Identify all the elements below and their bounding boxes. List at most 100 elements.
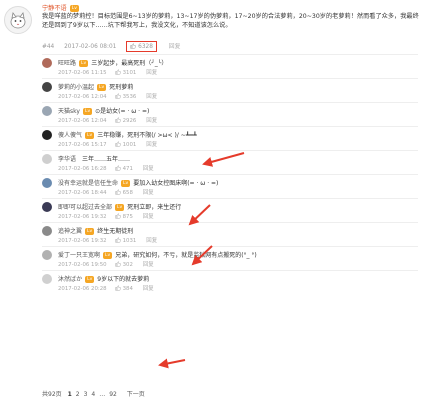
comment-line: 萝莉的小温起 Lv 死刑萝莉	[58, 82, 133, 91]
comment-line: 爱丁一只王宽啊 Lv 兄弟，研究如何，不亏，就是监狱网有点搬死的(°_ °)	[58, 250, 257, 259]
commenter-avatar[interactable]	[42, 58, 52, 68]
level-badge: Lv	[121, 180, 131, 187]
commenter-name[interactable]: 即即可以超过去全部	[58, 204, 112, 211]
comment-reply-link[interactable]: 回复	[143, 286, 154, 292]
comment-date: 2017-02-06 19:32	[58, 238, 107, 244]
comment-like-count: 302	[122, 262, 133, 268]
page-link[interactable]: 2	[76, 391, 80, 398]
thumb-up-icon	[114, 117, 121, 123]
commenter-avatar[interactable]	[42, 178, 52, 188]
thumb-up-icon	[114, 213, 121, 219]
thumb-up-icon	[114, 93, 121, 99]
thumb-up-icon	[114, 189, 121, 195]
commenter-name[interactable]: 没有幸运就是信任生命	[58, 180, 118, 187]
comment-row: 萝莉的小温起 Lv 死刑萝莉 2017-02-06 12:04 3536 回复	[42, 78, 418, 102]
comment-row: 没有幸运就是信任生命 Lv 要加入幼女控图床啊(= · ω · =) 2017-02-…	[42, 174, 418, 198]
page-link[interactable]: 4	[91, 391, 95, 398]
comment-row: 爱丁一只王宽啊 Lv 兄弟，研究如何，不亏，就是监狱网有点搬死的(°_ °) 2017…	[42, 246, 418, 270]
comment-date: 2017-02-06 11:15	[58, 70, 107, 76]
commenter-avatar[interactable]	[42, 130, 52, 140]
thumb-up-icon	[114, 237, 121, 243]
commenter-name[interactable]: 爱丁一只王宽啊	[58, 252, 100, 259]
comment-like-button[interactable]: 302	[114, 261, 133, 268]
commenter-name[interactable]: 天猫sky	[58, 108, 80, 115]
comment-line: 李华语 三年……五年……	[58, 154, 130, 163]
thumb-up-icon	[114, 69, 121, 75]
comment-meta: 2017-02-06 16:28 471 回复	[58, 164, 154, 172]
comment-date: 2017-02-06 12:04	[58, 118, 107, 124]
comment-like-button[interactable]: 3536	[114, 93, 136, 100]
level-badge: Lv	[69, 4, 79, 12]
comment-reply-link[interactable]: 回复	[143, 190, 154, 196]
commenter-name[interactable]: 追神之翼	[58, 228, 82, 235]
commenter-avatar[interactable]	[42, 154, 52, 164]
comment-line: 沐然ばか Lv 9岁以下的就去萝莉	[58, 274, 149, 283]
comment-date: 2017-02-06 20:28	[58, 286, 107, 292]
commenter-avatar[interactable]	[42, 250, 52, 260]
page-link[interactable]: 1	[68, 391, 72, 398]
comment-reply-link[interactable]: 回复	[143, 214, 154, 220]
comment-text: 三年……五年……	[82, 156, 131, 163]
commenter-name[interactable]: 旺旺路	[58, 60, 76, 67]
comment-line: 即即可以超过去全部 Lv 死刑立即，来生还行	[58, 202, 181, 211]
comment-reply-link[interactable]: 回复	[143, 262, 154, 268]
comment-like-button[interactable]: 2926	[114, 117, 137, 124]
comment-date: 2017-02-06 19:50	[58, 262, 107, 268]
comment-row: 天猫sky Lv ⊙是幼女(= · ω · =) 2017-02-06 12:04 29…	[42, 102, 418, 126]
reply-link[interactable]: 回复	[169, 44, 181, 50]
commenter-avatar[interactable]	[42, 274, 52, 284]
comment-reply-link[interactable]: 回复	[143, 166, 154, 172]
comment-reply-link[interactable]: 回复	[146, 118, 157, 124]
comment-row: 李华语 三年……五年…… 2017-02-06 16:28 471 回复	[42, 150, 418, 174]
commenter-avatar[interactable]	[42, 82, 52, 92]
page-count: 共92页	[42, 391, 62, 398]
comment-reply-link[interactable]: 回复	[146, 238, 157, 244]
comment-like-button[interactable]: 471	[114, 165, 133, 172]
comment-like-button[interactable]: 384	[114, 285, 133, 292]
comment-meta: 2017-02-06 11:15 3101 回复	[58, 68, 157, 76]
post-date: 2017-02-06 08:01	[64, 44, 117, 50]
thumb-up-icon	[114, 285, 121, 291]
comment-like-button[interactable]: 3101	[114, 69, 136, 76]
commenter-name[interactable]: 沐然ばか	[58, 276, 82, 283]
comment-like-button[interactable]: 875	[114, 213, 133, 220]
comment-like-button[interactable]: 658	[114, 189, 133, 196]
commenter-avatar[interactable]	[42, 202, 52, 212]
level-badge: Lv	[85, 276, 95, 283]
commenter-name[interactable]: 萝莉的小温起	[58, 84, 94, 91]
thumb-up-icon	[130, 43, 136, 49]
commenter-name[interactable]: 李华语	[58, 156, 76, 163]
comment-row: 傻人傻气 Lv 三年稳赚，死刑不限(/ >ω< )/ ~┻━┻ 2017-02-06 …	[42, 126, 418, 150]
thumb-up-icon	[114, 165, 121, 171]
level-badge: Lv	[115, 204, 125, 211]
level-badge: Lv	[103, 252, 113, 259]
commenter-name[interactable]: 傻人傻气	[58, 132, 82, 139]
comment-like-count: 2926	[122, 118, 137, 124]
comment-row: 追神之翼 Lv 终生无期徒刑 2017-02-06 19:32 1031 回复	[42, 222, 418, 246]
comment-like-count: 658	[122, 190, 133, 196]
page-link[interactable]: 3	[84, 391, 88, 398]
post-avatar[interactable]	[4, 6, 32, 34]
like-button[interactable]: 6328	[126, 41, 157, 52]
cat-avatar-icon	[10, 12, 26, 29]
comment-text: 三岁起步，最高死刑（╯_╰）	[91, 60, 168, 67]
post-author-name[interactable]: 宁静不语	[42, 5, 67, 12]
comment-like-button[interactable]: 1031	[114, 237, 136, 244]
comment-like-count: 471	[122, 166, 133, 172]
comment-date: 2017-02-06 19:32	[58, 214, 107, 220]
comment-reply-link[interactable]: 回复	[146, 142, 157, 148]
page-link[interactable]: …	[99, 391, 105, 398]
next-page-link[interactable]: 下一页	[127, 391, 145, 398]
comment-line: 没有幸运就是信任生命 Lv 要加入幼女控图床啊(= · ω · =)	[58, 178, 218, 187]
commenter-avatar[interactable]	[42, 226, 52, 236]
comment-like-button[interactable]: 1001	[114, 141, 136, 148]
comment-row: 沐然ばか Lv 9岁以下的就去萝莉 2017-02-06 20:28 384 回复	[42, 270, 418, 294]
page-link[interactable]: 92	[109, 391, 117, 398]
comment-reply-link[interactable]: 回复	[146, 70, 157, 76]
level-badge: Lv	[79, 60, 89, 67]
post-author[interactable]: 宁静不语 Lv	[42, 3, 79, 12]
commenter-avatar[interactable]	[42, 106, 52, 116]
comment-reply-link[interactable]: 回复	[146, 94, 157, 100]
comment-like-count: 875	[122, 214, 133, 220]
comment-meta: 2017-02-06 15:17 1001 回复	[58, 140, 157, 148]
